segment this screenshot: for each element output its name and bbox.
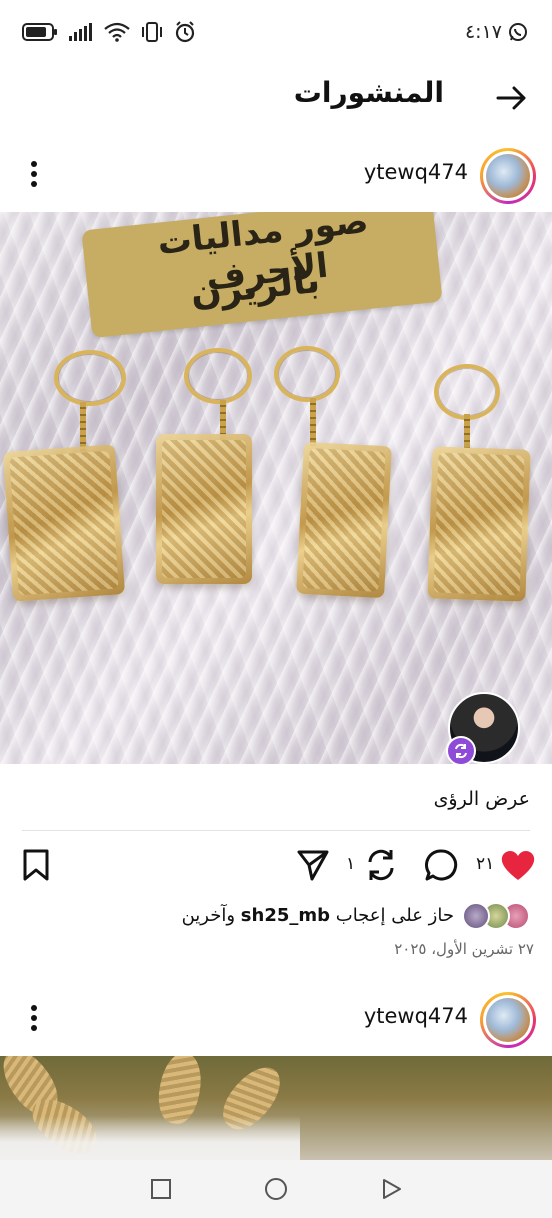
heart-icon[interactable] xyxy=(500,848,536,882)
view-insights-row[interactable]: عرض الرؤى xyxy=(0,772,552,828)
share-icon[interactable] xyxy=(296,848,330,882)
liked-by-row[interactable]: حاز على إعجاب sh25_mb وآخرين xyxy=(0,896,552,936)
liked-by-prefix: حاز على إعجاب xyxy=(335,905,454,926)
status-time: ٤:١٧ xyxy=(464,21,502,43)
view-insights-link[interactable]: عرض الرؤى xyxy=(434,788,530,810)
liker-avatar xyxy=(462,902,490,930)
post-header: ytewq474 xyxy=(0,142,552,208)
alarm-icon xyxy=(175,21,195,43)
recents-icon[interactable] xyxy=(150,1178,172,1200)
status-right: ٤:١٧ xyxy=(465,21,528,43)
post-username[interactable]: ytewq474 xyxy=(364,160,468,184)
divider xyxy=(22,830,530,831)
post-image[interactable]: صور مداليات الأحرف بالريزن xyxy=(0,212,552,764)
likes-count: ٢١ xyxy=(476,854,495,874)
battery-icon xyxy=(22,23,57,41)
status-left xyxy=(22,21,196,43)
repost-count: ١ xyxy=(346,854,356,874)
top-bar: المنشورات xyxy=(0,64,552,130)
comment-icon[interactable] xyxy=(424,848,458,882)
back-nav-icon[interactable] xyxy=(380,1177,404,1201)
wifi-icon xyxy=(104,22,130,42)
status-bar: ٤:١٧ xyxy=(0,0,552,64)
whatsapp-icon xyxy=(509,23,527,41)
page-title: المنشورات xyxy=(293,76,444,109)
liked-by-user[interactable]: sh25_mb xyxy=(241,905,330,926)
vibrate-icon xyxy=(142,22,162,42)
signal-icon xyxy=(69,23,92,41)
post-username[interactable]: ytewq474 xyxy=(364,1004,468,1028)
post-date: ٢٧ تشرين الأول، ٢٠٢٥ xyxy=(394,940,534,958)
repost-icon[interactable] xyxy=(364,848,398,882)
post-header: ytewq474 xyxy=(0,986,552,1052)
liked-by-text: حاز على إعجاب sh25_mb وآخرين xyxy=(182,905,454,926)
avatar[interactable] xyxy=(480,992,536,1048)
avatar[interactable] xyxy=(480,148,536,204)
home-icon[interactable] xyxy=(264,1177,288,1201)
liked-by-suffix: وآخرين xyxy=(181,905,236,926)
post-actions: ١ ٢١ xyxy=(0,838,552,894)
more-options-icon[interactable] xyxy=(22,1000,46,1036)
post-image[interactable] xyxy=(0,1056,552,1160)
arrow-right-icon[interactable] xyxy=(494,80,530,116)
repost-badge-icon xyxy=(446,736,476,766)
system-nav-bar xyxy=(0,1160,552,1218)
bookmark-icon[interactable] xyxy=(22,848,50,882)
more-options-icon[interactable] xyxy=(22,156,46,192)
